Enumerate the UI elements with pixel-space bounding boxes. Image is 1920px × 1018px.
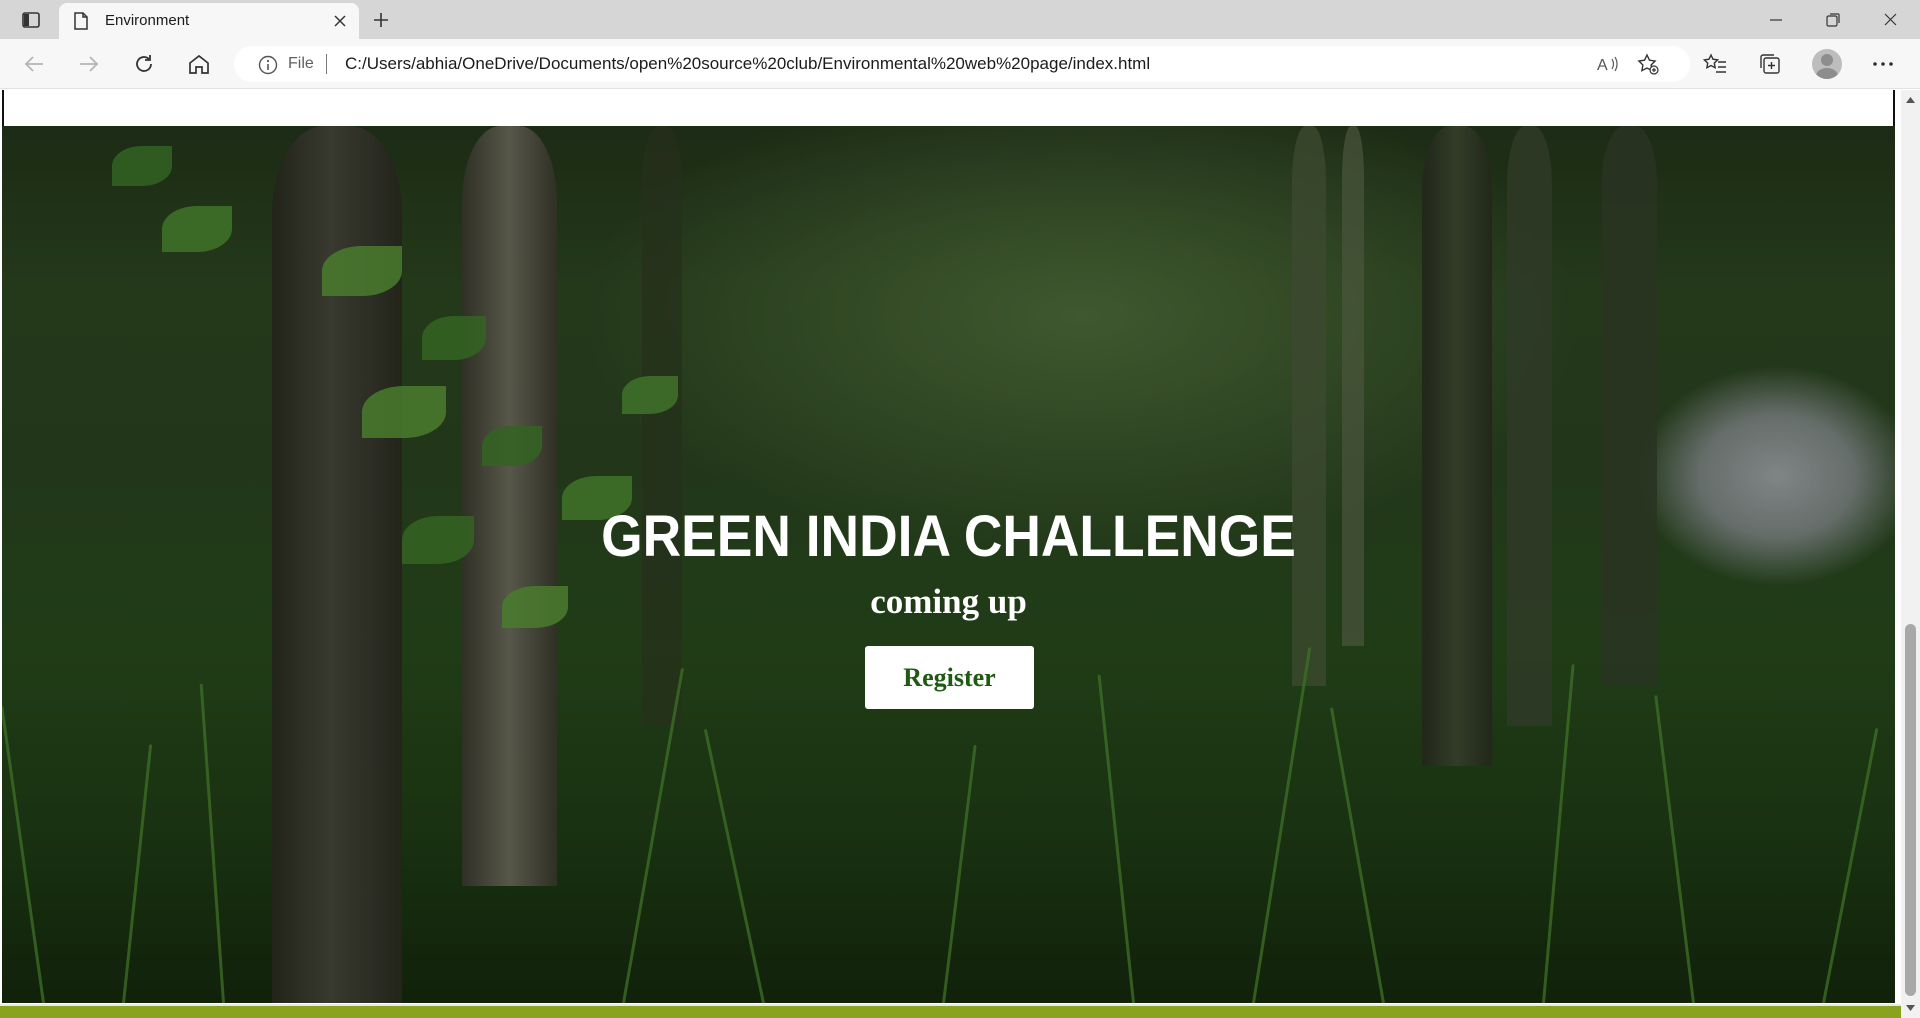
url-text[interactable]: C:/Users/abhia/OneDrive/Documents/open%2… [345,54,1150,74]
read-aloud-icon[interactable]: A [1596,53,1620,75]
refresh-icon[interactable] [126,47,162,81]
favorites-icon[interactable] [1697,47,1733,81]
svg-text:A: A [1597,57,1608,73]
register-button[interactable]: Register [865,646,1034,709]
page-scrollbar[interactable] [1901,90,1920,1018]
minimize-icon[interactable] [1748,0,1804,39]
tab-actions-icon[interactable] [14,8,48,32]
restore-icon[interactable] [1805,0,1861,39]
address-scheme-label: File [288,55,314,72]
browser-toolbar: File C:/Users/abhia/OneDrive/Documents/o… [0,39,1920,89]
page-navbar-strip [2,90,1895,126]
page-file-icon [73,12,89,30]
avatar-body [1816,68,1838,79]
hero-content: GREEN INDIA CHALLENGE coming up Register [2,126,1895,1003]
back-icon[interactable] [16,47,52,81]
more-options-icon[interactable] [1865,47,1901,81]
close-tab-icon[interactable] [331,12,349,30]
forward-icon[interactable] [71,47,107,81]
home-icon[interactable] [181,47,217,81]
collections-icon[interactable] [1752,47,1788,81]
address-bar[interactable]: File C:/Users/abhia/OneDrive/Documents/o… [234,46,1690,82]
new-tab-icon[interactable] [368,8,394,32]
browser-tab-active[interactable]: Environment [59,3,359,39]
address-divider [326,54,327,74]
scroll-thumb[interactable] [1905,624,1916,996]
scroll-down-arrow-icon[interactable] [1904,1002,1917,1014]
close-window-icon[interactable] [1862,0,1918,39]
add-favorite-icon[interactable] [1636,53,1660,75]
profile-avatar[interactable] [1812,49,1842,79]
avatar-head [1821,54,1833,66]
tab-title: Environment [105,12,190,29]
hero-section: GREEN INDIA CHALLENGE coming up Register [2,126,1895,1003]
page-viewport: GREEN INDIA CHALLENGE coming up Register [0,90,1901,1018]
hero-title: GREEN INDIA CHALLENGE [601,504,1296,569]
site-info-icon[interactable] [258,55,278,75]
scroll-up-arrow-icon[interactable] [1904,94,1917,106]
footer-strip [0,1004,1901,1018]
hero-subtitle: coming up [870,582,1027,621]
browser-tab-bar: Environment [0,0,1920,39]
